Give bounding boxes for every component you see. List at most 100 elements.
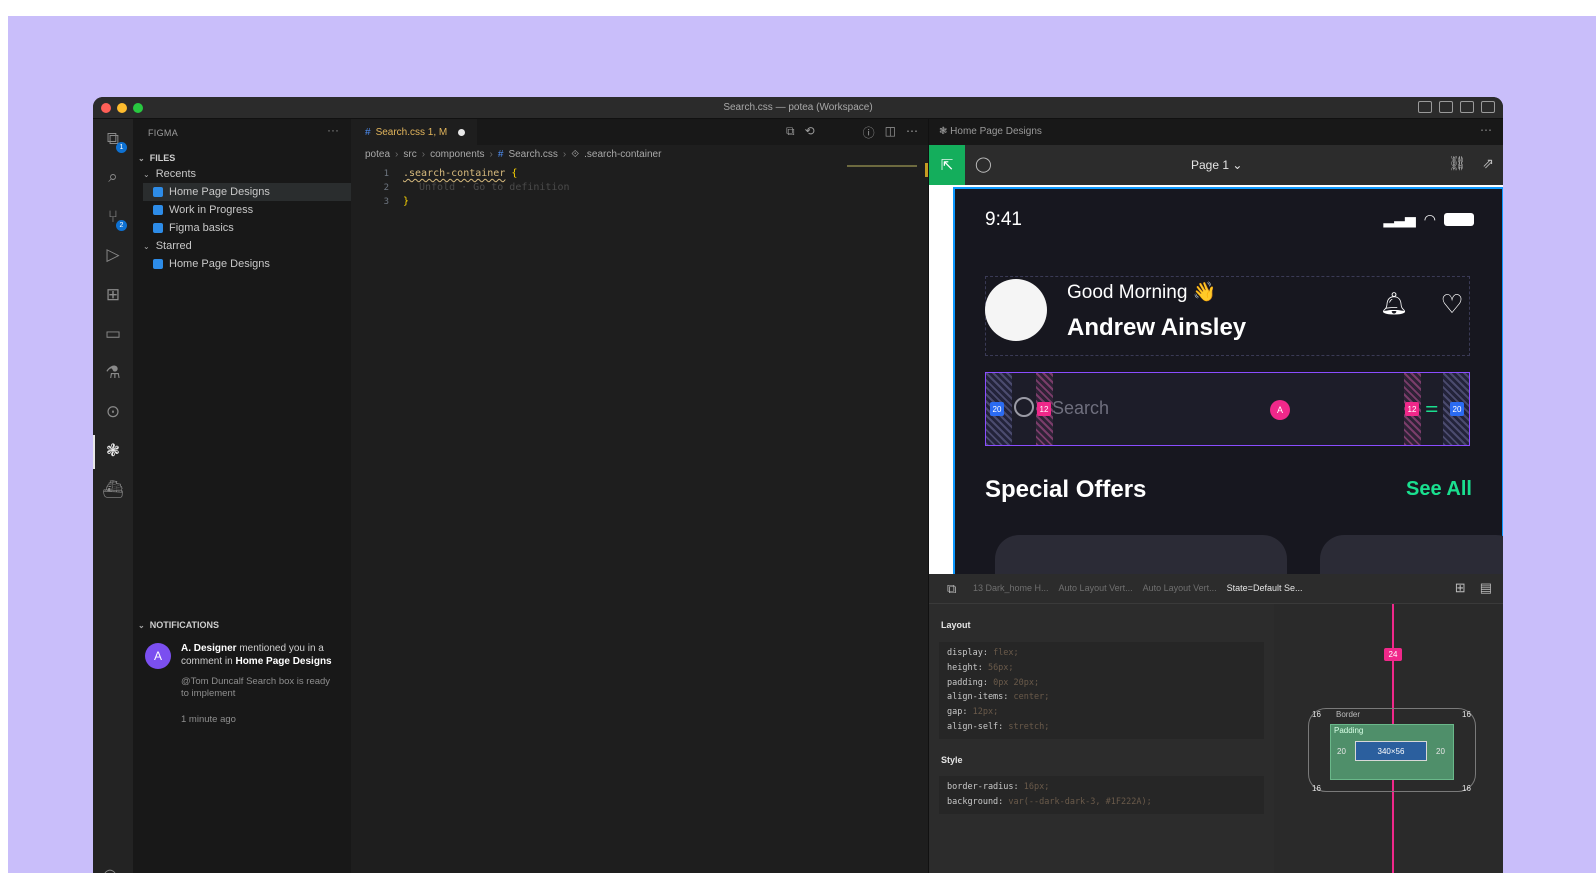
tab-home-page-designs[interactable]: ❃ Home Page Designs	[939, 126, 1042, 137]
css-line: gap: 12px;	[947, 705, 1256, 720]
notification-text[interactable]: A. Designer mentioned you in a comment i…	[181, 642, 341, 668]
toggle-secondary-sidebar-icon[interactable]	[1460, 101, 1474, 113]
starred-group[interactable]: ⌄ Starred	[143, 237, 351, 255]
chevron-down-icon: ⌄	[138, 620, 145, 630]
gap-left-tag: 12	[1037, 402, 1051, 416]
breadcrumb-item[interactable]: Search.css	[508, 149, 557, 160]
source-control-icon[interactable]: ⑂ 2	[101, 205, 127, 231]
comment-icon[interactable]: ◯	[975, 155, 992, 173]
split-editor-icon[interactable]: ◫	[885, 124, 896, 141]
toggle-sidebar-icon[interactable]	[1418, 101, 1432, 113]
css-value: 56px;	[982, 662, 1014, 673]
timeline-icon[interactable]: ⊙	[101, 400, 125, 424]
link-icon[interactable]: ⛓	[1448, 155, 1466, 172]
css-value: stretch;	[1003, 721, 1050, 732]
recent-file-item[interactable]: Home Page Designs	[143, 183, 351, 201]
customize-layout-icon[interactable]	[1481, 101, 1495, 113]
starred-label: Starred	[155, 240, 192, 252]
copy-icon[interactable]: ▤	[1480, 580, 1492, 596]
inspect-panel: ⧉ 13 Dark_home H... Auto Layout Vert... …	[929, 574, 1503, 873]
toolbar-right: ⛓ ⇗	[1448, 155, 1494, 172]
title-bar: Search.css — potea (Workspace)	[93, 97, 1503, 119]
chevron-right-icon: ›	[562, 149, 567, 160]
remote-explorer-icon[interactable]: ▭	[101, 322, 125, 346]
files-section-header[interactable]: ⌄ FILES	[138, 153, 175, 163]
css-line: padding: 0px 20px;	[947, 676, 1256, 691]
figma-toolbar: ⇱ ◯ Page 1 ⌄ ⛓ ⇗	[929, 145, 1503, 185]
explorer-icon[interactable]: ⧉ 1	[101, 127, 127, 153]
recents-group[interactable]: ⌄ Recents	[143, 165, 351, 183]
more-actions-icon[interactable]: ⋯	[1480, 123, 1492, 137]
css-line: align-items: center;	[947, 690, 1256, 705]
editor-actions: ⧉ ⟲ ⓘ ◫ ⋯	[786, 124, 918, 141]
minimap[interactable]	[847, 165, 917, 167]
layer-crumb-current[interactable]: State=Default Se...	[1227, 583, 1303, 593]
figma-icon[interactable]: ❃	[101, 439, 125, 463]
compare-icon[interactable]: ⧉	[786, 124, 795, 141]
search-icon	[1014, 397, 1034, 417]
breadcrumb-item[interactable]: components	[430, 149, 484, 160]
component-icon[interactable]: ⊞	[1455, 580, 1466, 596]
padding-right-value: 20	[1436, 747, 1445, 756]
offer-card[interactable]	[995, 535, 1287, 574]
page-selector[interactable]: Page 1 ⌄	[1191, 158, 1242, 172]
move-tool-icon[interactable]: ⇱	[929, 145, 965, 185]
tab-label: Search.css 1, M	[375, 126, 448, 138]
inspect-breadcrumb-bar: ⧉ 13 Dark_home H... Auto Layout Vert... …	[929, 574, 1503, 604]
figma-sidebar: FIGMA ··· ⌄ FILES ⌄ Recents Home Page Desi…	[133, 119, 351, 873]
figma-canvas[interactable]: 9:41 ▂▃▅ ◠ Good Morning 👋 Andrew Ainsley…	[929, 185, 1503, 574]
layer-crumb[interactable]: Auto Layout Vert...	[1059, 583, 1133, 593]
account-icon[interactable]: ◎	[103, 865, 117, 873]
phone-frame[interactable]: 9:41 ▂▃▅ ◠ Good Morning 👋 Andrew Ainsley…	[953, 187, 1503, 574]
style-heading: Style	[941, 755, 963, 765]
tab-search-css[interactable]: # Search.css 1, M	[351, 119, 478, 145]
open-external-icon[interactable]: ⇗	[1482, 155, 1494, 172]
heart-icon[interactable]: ♡	[1437, 289, 1467, 319]
starred-file-item[interactable]: Home Page Designs	[143, 255, 351, 273]
more-actions-icon[interactable]: ···	[327, 123, 339, 137]
layout-controls	[1418, 101, 1495, 113]
layer-breadcrumb: 13 Dark_home H... Auto Layout Vert... Au…	[973, 583, 1302, 593]
breadcrumb-item[interactable]: src	[403, 149, 416, 160]
css-prop: align-items:	[947, 692, 1009, 703]
activity-bar: ⧉1 ⌕ ⑂2 ▷ ⊞ ▭ ⚗ ⊙ ❃ ⛴ ◎	[93, 119, 133, 873]
recent-file-item[interactable]: Figma basics	[143, 219, 351, 237]
filter-icon: ⚌	[1425, 399, 1439, 416]
toggle-panel-icon[interactable]	[1439, 101, 1453, 113]
search-box-selected[interactable]: 20 12 Search A 12 ⚌ 20	[985, 372, 1470, 446]
layer-crumb[interactable]: Auto Layout Vert...	[1143, 583, 1217, 593]
css-selector[interactable]: .search-container	[403, 168, 505, 179]
file-label: Home Page Designs	[169, 258, 270, 270]
more-editor-actions-icon[interactable]: ⋯	[906, 124, 918, 141]
file-label: Work in Progress	[169, 204, 254, 216]
recent-file-item[interactable]: Work in Progress	[143, 201, 351, 219]
unsaved-dot-icon[interactable]	[458, 128, 466, 136]
see-all-link[interactable]: See All	[1406, 478, 1472, 501]
figma-inspect-icon[interactable]: ⓘ	[863, 124, 875, 141]
bell-icon[interactable]: 🔔︎	[1379, 291, 1409, 321]
figma-file-icon	[153, 259, 163, 269]
layout-css-block[interactable]: display: flex; height: 56px; padding: 0p…	[939, 642, 1264, 739]
css-prop: height:	[947, 662, 983, 673]
docker-icon[interactable]: ⛴	[101, 478, 125, 502]
offer-card[interactable]	[1320, 535, 1503, 574]
breadcrumb-item[interactable]: .search-container	[584, 149, 661, 160]
layers-icon[interactable]: ⧉	[947, 581, 956, 597]
chevron-right-icon: ›	[395, 149, 399, 160]
figma-file-icon	[153, 223, 163, 233]
layer-crumb[interactable]: 13 Dark_home H...	[973, 583, 1049, 593]
breadcrumb-item[interactable]: potea	[365, 149, 390, 160]
run-debug-icon[interactable]: ▷	[101, 243, 125, 267]
avatar[interactable]	[985, 279, 1047, 341]
css-code-panel: Layout display: flex; height: 56px; padd…	[929, 604, 1274, 873]
style-css-block[interactable]: border-radius: 16px; background: var(--d…	[939, 776, 1264, 814]
section-title: Special Offers	[985, 476, 1147, 503]
avatar: A	[145, 643, 171, 669]
revert-icon[interactable]: ⟲	[805, 124, 815, 141]
corner-radius-bl: 16	[1312, 784, 1321, 793]
search-icon[interactable]: ⌕	[101, 165, 125, 189]
testing-icon[interactable]: ⚗	[101, 361, 125, 385]
code-content[interactable]: .search-container { Unfold · Go to defin…	[403, 167, 570, 209]
extensions-icon[interactable]: ⊞	[101, 283, 125, 307]
notifications-section-header[interactable]: ⌄ NOTIFICATIONS	[138, 620, 219, 630]
